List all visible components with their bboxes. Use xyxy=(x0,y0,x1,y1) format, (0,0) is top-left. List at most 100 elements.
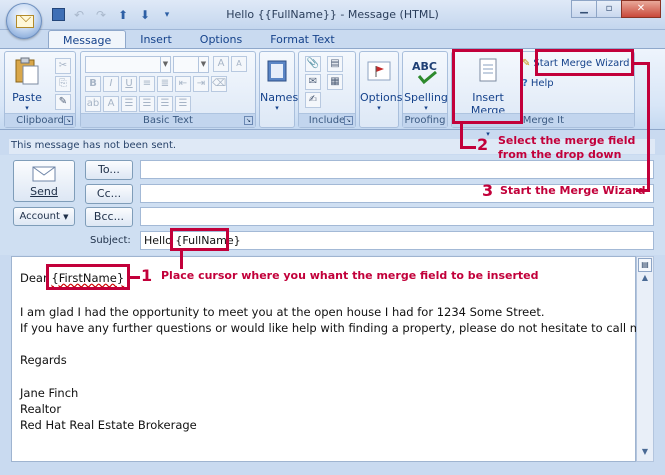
chevron-down-icon: ▼ xyxy=(198,57,208,72)
cut-icon[interactable]: ✂ xyxy=(55,58,71,74)
signature-company: Red Hat Real Estate Brokerage xyxy=(20,418,197,432)
align-right-icon[interactable]: ☰ xyxy=(157,96,173,112)
tab-message[interactable]: Message xyxy=(48,30,127,49)
tab-insert[interactable]: Insert xyxy=(126,30,186,49)
paste-button[interactable]: Paste ▾ xyxy=(9,56,45,112)
annotation-line-1a xyxy=(180,251,183,269)
window-title: Hello {{FullName}} - Message (HTML) xyxy=(226,8,439,21)
title-bar: ↶ ↷ ⬆ ⬇ ▾ Hello {{FullName}} - Message (… xyxy=(0,0,665,39)
font-grow-shrink: A A xyxy=(213,56,247,72)
underline-icon[interactable]: U xyxy=(121,76,137,92)
step-3-text: Start the Merge Wizard xyxy=(500,184,646,197)
to-field[interactable] xyxy=(140,160,654,179)
increase-indent-icon[interactable]: ⇥ xyxy=(193,76,209,92)
svg-text:ABC: ABC xyxy=(412,60,437,73)
vertical-scrollbar[interactable]: ▤ ▲ ▼ xyxy=(636,256,654,462)
signature-icon[interactable]: ✍ xyxy=(305,92,321,108)
align-center-icon[interactable]: ☰ xyxy=(139,96,155,112)
maximize-button[interactable]: ▫ xyxy=(596,0,622,18)
ruler-icon[interactable]: ▤ xyxy=(638,258,652,272)
subject-label: Subject: xyxy=(90,235,131,246)
account-button[interactable]: Account ▼ xyxy=(13,207,75,226)
calendar-icon[interactable]: ▦ xyxy=(327,74,343,90)
include-group: 📎 ✉ ✍ ▤ ▦ Include ↘ xyxy=(298,51,356,128)
font-name-combo[interactable]: ▼ xyxy=(85,56,171,73)
names-group: Names ▾ xyxy=(259,51,298,128)
step-1-text: Place cursor where you whant the merge f… xyxy=(161,269,539,282)
paste-dropdown-icon: ▾ xyxy=(25,104,29,112)
to-button[interactable]: To... xyxy=(85,160,133,180)
minimize-button[interactable]: ▁ xyxy=(571,0,597,18)
include-buttons: 📎 ✉ ✍ xyxy=(305,56,321,108)
step-2-number: 2 xyxy=(477,135,489,154)
close-button[interactable]: ✕ xyxy=(621,0,661,18)
clipboard-launcher-icon[interactable]: ↘ xyxy=(64,116,73,125)
options-button[interactable]: Options ▾ xyxy=(360,56,402,112)
font-color-icon[interactable]: A xyxy=(103,96,119,112)
basic-text-launcher-icon[interactable]: ↘ xyxy=(244,116,253,125)
italic-icon[interactable]: I xyxy=(103,76,119,92)
regards-line: Regards xyxy=(20,353,67,367)
include-launcher-icon[interactable]: ↘ xyxy=(344,116,353,125)
ribbon-tabs: Message Insert Options Format Text xyxy=(48,30,349,49)
grow-font-icon[interactable]: A xyxy=(213,56,229,72)
annotation-box-subject-field xyxy=(170,228,229,251)
clear-format-icon[interactable]: ⌫ xyxy=(211,76,227,92)
attach-item-icon[interactable]: ✉ xyxy=(305,74,321,90)
chevron-down-icon: ▼ xyxy=(63,213,69,221)
cc-button[interactable]: Cc... xyxy=(85,184,133,204)
tab-options[interactable]: Options xyxy=(186,30,256,49)
color-align-row: ab A ☰ ☰ ☰ ☰ xyxy=(85,96,191,112)
body-line-2: If you have any further questions or wou… xyxy=(20,321,653,335)
spelling-button[interactable]: ABC Spelling ▾ xyxy=(403,56,449,112)
help-button[interactable]: ? Help xyxy=(522,78,554,89)
numbering-icon[interactable]: ≣ xyxy=(157,76,173,92)
bcc-button[interactable]: Bcc... xyxy=(85,207,133,227)
font-size-combo[interactable]: ▼ xyxy=(173,56,209,73)
bullets-icon[interactable]: ≡ xyxy=(139,76,155,92)
shrink-font-icon[interactable]: A xyxy=(231,56,247,72)
attach-file-icon[interactable]: 📎 xyxy=(305,56,321,72)
chevron-down-icon: ▼ xyxy=(160,57,170,72)
business-card-icon[interactable]: ▤ xyxy=(327,56,343,72)
basic-text-group-label: Basic Text xyxy=(81,113,255,127)
step-2-text-a: Select the merge field xyxy=(498,134,636,147)
message-header: Send To... Cc... Account ▼ Bcc... Subjec… xyxy=(0,155,665,255)
send-envelope-icon xyxy=(32,166,56,182)
clipboard-small-buttons: ✂ ⎘ ✎ xyxy=(55,58,71,110)
annotation-line-3b xyxy=(647,62,650,192)
address-book-icon xyxy=(267,60,287,82)
basic-text-group: ▼ ▼ A A B I U ≡ ≣ ⇤ ⇥ ⌫ ab A ☰ ☰ ☰ ☰ Bas… xyxy=(80,51,256,128)
names-dropdown-icon: ▾ xyxy=(275,104,279,112)
options-dropdown-icon: ▾ xyxy=(377,104,381,112)
envelope-icon xyxy=(16,15,34,28)
decrease-indent-icon[interactable]: ⇤ xyxy=(175,76,191,92)
step-2-text-b: from the drop down xyxy=(498,148,622,161)
office-button[interactable] xyxy=(6,3,42,39)
clipboard-group: Paste ▾ ✂ ⎘ ✎ Clipboard ↘ xyxy=(4,51,76,128)
send-button[interactable]: Send xyxy=(13,160,75,202)
spelling-dropdown-icon: ▾ xyxy=(424,104,428,112)
format-painter-icon[interactable]: ✎ xyxy=(55,94,71,110)
options-group: Options ▾ xyxy=(359,51,402,128)
step-1-number: 1 xyxy=(141,266,153,285)
copy-icon[interactable]: ⎘ xyxy=(55,76,71,92)
highlight-icon[interactable]: ab xyxy=(85,96,101,112)
bold-icon[interactable]: B xyxy=(85,76,101,92)
scroll-down-icon[interactable]: ▼ xyxy=(637,447,653,459)
annotation-box-body-field xyxy=(46,264,130,290)
body-line-1: I am glad I had the opportunity to meet … xyxy=(20,305,545,319)
proofing-group: ABC Spelling ▾ Proofing xyxy=(402,51,448,128)
names-button[interactable]: Names ▾ xyxy=(260,56,298,112)
annotation-line-2 xyxy=(460,124,463,148)
window-controls: ▁ ▫ ✕ xyxy=(571,0,661,18)
proofing-group-label: Proofing xyxy=(403,113,447,127)
paste-icon xyxy=(15,57,39,85)
justify-icon[interactable]: ☰ xyxy=(175,96,191,112)
scroll-up-icon[interactable]: ▲ xyxy=(637,273,653,285)
align-left-icon[interactable]: ☰ xyxy=(121,96,137,112)
bcc-field[interactable] xyxy=(140,207,654,226)
signature-name: Jane Finch xyxy=(20,386,79,400)
include-dropdowns: ▤ ▦ xyxy=(327,56,343,90)
tab-format-text[interactable]: Format Text xyxy=(256,30,349,49)
